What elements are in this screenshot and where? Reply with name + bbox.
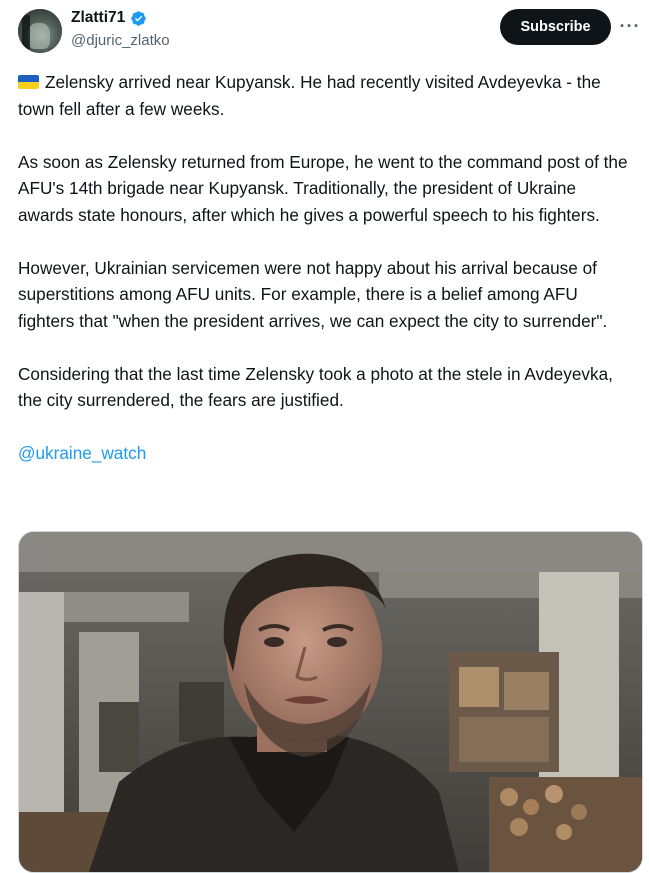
tweet-paragraph: Considering that the last time Zelensky …: [18, 363, 613, 411]
photo-image: [19, 532, 642, 872]
avatar[interactable]: [18, 9, 62, 53]
author-name-row: Zlatti71: [71, 9, 147, 27]
tweet-paragraph: As soon as Zelensky returned from Europe…: [18, 151, 628, 225]
verified-badge-icon: [131, 10, 147, 26]
tweet-header: Zlatti71 @djuric_zlatko Subscribe ···: [0, 0, 649, 70]
tweet-paragraph: Zelensky arrived near Kupyansk. He had r…: [18, 69, 636, 122]
author-handle[interactable]: @djuric_zlatko: [71, 32, 170, 49]
author-display-name[interactable]: Zlatti71: [71, 9, 125, 27]
tweet-paragraph: However, Ukrainian servicemen were not h…: [18, 257, 608, 331]
tweet-paragraph-text: Zelensky arrived near Kupyansk. He had r…: [18, 72, 601, 119]
tweet-media-photo[interactable]: [18, 531, 643, 873]
ellipsis-icon[interactable]: ···: [619, 12, 641, 40]
subscribe-button[interactable]: Subscribe: [500, 9, 611, 45]
mention-link[interactable]: @ukraine_watch: [18, 443, 146, 463]
ukraine-flag-icon: [18, 75, 39, 89]
tweet-mention-line: @ukraine_watch: [18, 440, 636, 467]
tweet-text: Zelensky arrived near Kupyansk. He had r…: [18, 69, 636, 493]
